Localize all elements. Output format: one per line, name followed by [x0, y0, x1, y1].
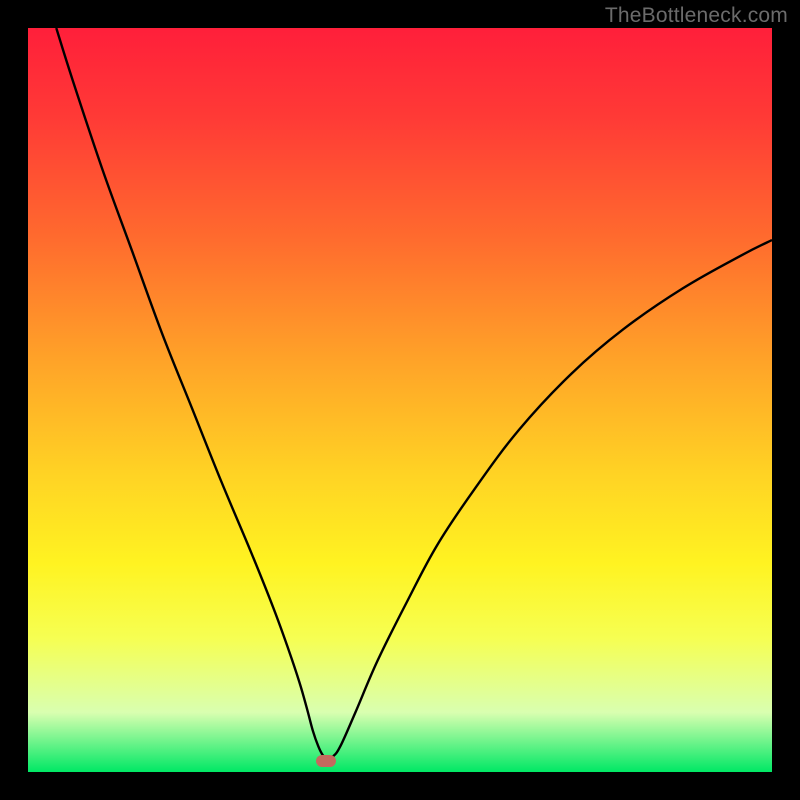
bottleneck-curve — [56, 28, 772, 759]
minimum-marker — [316, 755, 336, 767]
watermark-text: TheBottleneck.com — [605, 4, 788, 28]
plot-area — [28, 28, 772, 772]
curve-layer — [28, 28, 772, 772]
